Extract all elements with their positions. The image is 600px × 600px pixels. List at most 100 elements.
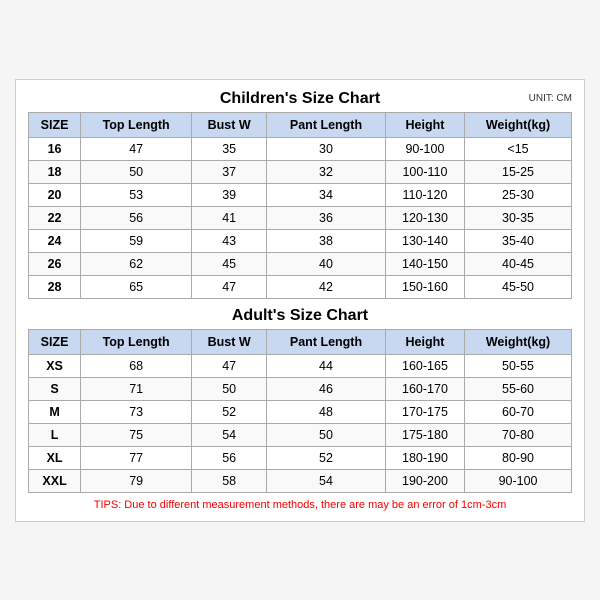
table-cell: 52 xyxy=(192,400,267,423)
table-cell: 48 xyxy=(267,400,386,423)
table-cell: 120-130 xyxy=(385,206,464,229)
table-cell: 140-150 xyxy=(385,252,464,275)
table-row: 1647353090-100<15 xyxy=(29,137,572,160)
table-cell: 41 xyxy=(192,206,267,229)
table-cell: 56 xyxy=(192,446,267,469)
table-cell: 26 xyxy=(29,252,81,275)
table-cell: 37 xyxy=(192,160,267,183)
table-cell: 50 xyxy=(192,377,267,400)
adult-title-row: Adult's Size Chart xyxy=(28,307,572,325)
children-title-row: Children's Size Chart UNIT: CM xyxy=(28,90,572,108)
table-cell: 56 xyxy=(81,206,192,229)
table-cell: 90-100 xyxy=(385,137,464,160)
table-cell: 50 xyxy=(267,423,386,446)
table-cell: S xyxy=(29,377,81,400)
col-header-weight: Weight(kg) xyxy=(465,112,572,137)
table-cell: 22 xyxy=(29,206,81,229)
table-cell: 50-55 xyxy=(465,354,572,377)
col-header-top-length: Top Length xyxy=(81,112,192,137)
table-cell: 175-180 xyxy=(385,423,464,446)
table-row: 24594338130-14035-40 xyxy=(29,229,572,252)
table-row: 22564136120-13030-35 xyxy=(29,206,572,229)
adult-col-header-size: SIZE xyxy=(29,329,81,354)
table-cell: 18 xyxy=(29,160,81,183)
table-row: L755450175-18070-80 xyxy=(29,423,572,446)
table-cell: XS xyxy=(29,354,81,377)
table-cell: 43 xyxy=(192,229,267,252)
table-cell: 47 xyxy=(81,137,192,160)
table-cell: 59 xyxy=(81,229,192,252)
table-cell: 36 xyxy=(267,206,386,229)
table-cell: 24 xyxy=(29,229,81,252)
table-cell: 160-170 xyxy=(385,377,464,400)
adult-header-row: SIZE Top Length Bust W Pant Length Heigh… xyxy=(29,329,572,354)
table-cell: 90-100 xyxy=(465,469,572,492)
table-cell: 16 xyxy=(29,137,81,160)
table-cell: 20 xyxy=(29,183,81,206)
table-cell: 40 xyxy=(267,252,386,275)
table-cell: 79 xyxy=(81,469,192,492)
children-title: Children's Size Chart xyxy=(220,90,380,108)
table-cell: 62 xyxy=(81,252,192,275)
table-cell: 55-60 xyxy=(465,377,572,400)
table-cell: 34 xyxy=(267,183,386,206)
chart-container: Children's Size Chart UNIT: CM SIZE Top … xyxy=(15,79,585,522)
table-cell: 45 xyxy=(192,252,267,275)
table-cell: 130-140 xyxy=(385,229,464,252)
table-cell: L xyxy=(29,423,81,446)
table-cell: 68 xyxy=(81,354,192,377)
table-cell: 35-40 xyxy=(465,229,572,252)
adult-col-header-weight: Weight(kg) xyxy=(465,329,572,354)
table-cell: 45-50 xyxy=(465,275,572,298)
table-cell: 110-120 xyxy=(385,183,464,206)
table-cell: 52 xyxy=(267,446,386,469)
table-cell: 15-25 xyxy=(465,160,572,183)
children-table: SIZE Top Length Bust W Pant Length Heigh… xyxy=(28,112,572,299)
table-cell: 60-70 xyxy=(465,400,572,423)
table-cell: 46 xyxy=(267,377,386,400)
unit-label: UNIT: CM xyxy=(529,93,572,104)
table-cell: 70-80 xyxy=(465,423,572,446)
table-row: XS684744160-16550-55 xyxy=(29,354,572,377)
table-cell: 190-200 xyxy=(385,469,464,492)
table-cell: 47 xyxy=(192,354,267,377)
table-cell: 100-110 xyxy=(385,160,464,183)
table-cell: 38 xyxy=(267,229,386,252)
table-cell: 32 xyxy=(267,160,386,183)
tips-text: TIPS: Due to different measurement metho… xyxy=(28,499,572,511)
table-cell: 44 xyxy=(267,354,386,377)
table-cell: 40-45 xyxy=(465,252,572,275)
adult-col-header-bust-w: Bust W xyxy=(192,329,267,354)
table-cell: 73 xyxy=(81,400,192,423)
table-cell: 53 xyxy=(81,183,192,206)
table-cell: 42 xyxy=(267,275,386,298)
table-cell: 150-160 xyxy=(385,275,464,298)
table-cell: 58 xyxy=(192,469,267,492)
table-cell: 75 xyxy=(81,423,192,446)
table-row: 18503732100-11015-25 xyxy=(29,160,572,183)
table-cell: 80-90 xyxy=(465,446,572,469)
table-row: 28654742150-16045-50 xyxy=(29,275,572,298)
table-row: 26624540140-15040-45 xyxy=(29,252,572,275)
table-cell: M xyxy=(29,400,81,423)
table-row: XL775652180-19080-90 xyxy=(29,446,572,469)
table-row: S715046160-17055-60 xyxy=(29,377,572,400)
col-header-pant-length: Pant Length xyxy=(267,112,386,137)
table-cell: 54 xyxy=(267,469,386,492)
table-cell: 54 xyxy=(192,423,267,446)
table-cell: 30-35 xyxy=(465,206,572,229)
table-cell: 47 xyxy=(192,275,267,298)
adult-col-header-height: Height xyxy=(385,329,464,354)
col-header-bust-w: Bust W xyxy=(192,112,267,137)
table-cell: 35 xyxy=(192,137,267,160)
table-cell: XL xyxy=(29,446,81,469)
table-cell: 28 xyxy=(29,275,81,298)
table-row: 20533934110-12025-30 xyxy=(29,183,572,206)
table-cell: 65 xyxy=(81,275,192,298)
table-cell: 50 xyxy=(81,160,192,183)
table-row: M735248170-17560-70 xyxy=(29,400,572,423)
table-cell: 160-165 xyxy=(385,354,464,377)
table-cell: 25-30 xyxy=(465,183,572,206)
adult-col-header-pant-length: Pant Length xyxy=(267,329,386,354)
table-cell: XXL xyxy=(29,469,81,492)
